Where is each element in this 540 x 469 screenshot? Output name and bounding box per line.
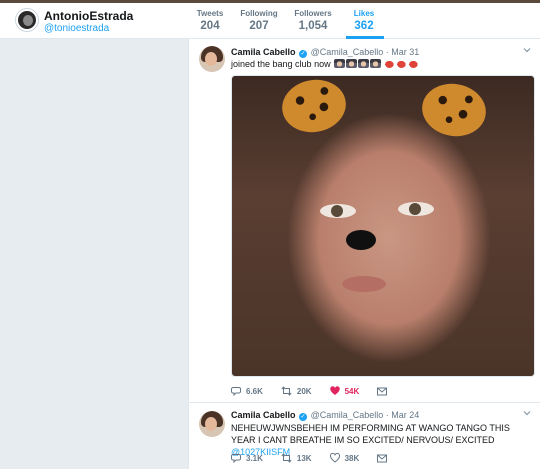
- profile-avatar[interactable]: [16, 9, 38, 31]
- profile-handle[interactable]: @tonioestrada: [44, 23, 109, 34]
- like-button[interactable]: 54K: [329, 386, 360, 396]
- stat-tweets[interactable]: Tweets 204: [188, 3, 232, 39]
- woman-face-emoji-icon: [346, 59, 358, 68]
- tweet-text-body: NEHEUWJWNSBEHEH IM PERFORMING AT WANGO T…: [231, 423, 510, 445]
- envelope-icon: [377, 454, 388, 462]
- woman-face-emoji-icon: [334, 59, 346, 68]
- hot-pepper-emoji-icon: [408, 59, 420, 68]
- stat-following[interactable]: Following 207: [236, 3, 282, 39]
- tweet[interactable]: Camila Cabello ✓ @Camila_Cabello · Mar 2…: [189, 403, 540, 469]
- retweet-button[interactable]: 13K: [281, 453, 312, 463]
- like-count: 38K: [344, 453, 360, 463]
- tweet-date[interactable]: Mar 31: [391, 47, 419, 57]
- profile-name[interactable]: AntonioEstrada: [44, 9, 133, 23]
- retweet-count: 13K: [296, 453, 312, 463]
- leopard-ear-left: [277, 76, 351, 138]
- reply-button[interactable]: 3.1K: [231, 453, 263, 463]
- tweet-author-handle[interactable]: @Camila_Cabello: [311, 410, 384, 420]
- heart-filled-icon: [329, 386, 340, 395]
- stat-tweets-value: 204: [200, 20, 220, 32]
- stat-followers-label: Followers: [294, 9, 332, 18]
- tweet-actions: 6.6K 20K 54K: [231, 386, 410, 396]
- tweet-separator: ·: [385, 410, 389, 420]
- woman-face-emoji-icon: [358, 59, 370, 68]
- direct-message-button[interactable]: [377, 454, 392, 463]
- stat-tweets-label: Tweets: [196, 9, 224, 18]
- tweet-header: Camila Cabello ✓ @Camila_Cabello · Mar 3…: [231, 47, 419, 58]
- heart-outline-icon: [329, 453, 340, 463]
- reply-button[interactable]: 6.6K: [231, 386, 263, 396]
- retweet-icon: [281, 386, 292, 396]
- tweet-header: Camila Cabello ✓ @Camila_Cabello · Mar 2…: [231, 410, 419, 421]
- tweet-actions: 3.1K 13K 38K: [231, 453, 410, 463]
- tweet-separator: ·: [385, 47, 389, 57]
- leopard-ear-right: [417, 78, 491, 142]
- stat-followers[interactable]: Followers 1,054: [288, 3, 338, 39]
- tweet-text-body: joined the bang club now: [231, 59, 331, 69]
- like-button[interactable]: 38K: [329, 453, 360, 463]
- direct-message-button[interactable]: [377, 387, 392, 396]
- retweet-count: 20K: [296, 386, 312, 396]
- stat-following-label: Following: [240, 9, 278, 18]
- chevron-down-icon[interactable]: [523, 46, 531, 54]
- hot-pepper-emoji-icon: [384, 59, 396, 68]
- dog-nose-filter: [346, 230, 376, 250]
- tweet-author-avatar[interactable]: [199, 46, 225, 72]
- tweet-author-name[interactable]: Camila Cabello: [231, 47, 296, 57]
- timeline: Camila Cabello ✓ @Camila_Cabello · Mar 3…: [188, 39, 540, 469]
- reply-count: 6.6K: [246, 386, 263, 396]
- tweet-date[interactable]: Mar 24: [391, 410, 419, 420]
- stat-likes[interactable]: Likes 362: [346, 3, 384, 39]
- woman-face-emoji-icon: [370, 59, 382, 68]
- stat-followers-value: 1,054: [298, 20, 328, 32]
- stat-likes-value: 362: [354, 20, 374, 32]
- stat-likes-label: Likes: [353, 9, 375, 18]
- tweet-text: joined the bang club now: [231, 58, 420, 70]
- reply-count: 3.1K: [246, 453, 263, 463]
- profile-stats-nav: Tweets 204 Following 207 Followers 1,054…: [188, 3, 384, 39]
- hot-pepper-emoji-icon: [396, 59, 408, 68]
- chevron-down-icon[interactable]: [523, 409, 531, 417]
- tweet-author-name[interactable]: Camila Cabello: [231, 410, 296, 420]
- lips: [342, 276, 386, 292]
- tweet-author-handle[interactable]: @Camila_Cabello: [311, 47, 384, 57]
- tweet-author-avatar[interactable]: [199, 411, 225, 437]
- envelope-icon: [377, 387, 388, 395]
- verified-badge-icon: ✓: [299, 50, 308, 58]
- eye-right: [398, 202, 434, 216]
- verified-badge-icon: ✓: [299, 413, 308, 421]
- tweet[interactable]: Camila Cabello ✓ @Camila_Cabello · Mar 3…: [189, 39, 540, 403]
- retweet-button[interactable]: 20K: [281, 386, 312, 396]
- stat-following-value: 207: [249, 20, 269, 32]
- reply-icon: [231, 387, 241, 396]
- like-count: 54K: [344, 386, 360, 396]
- reply-icon: [231, 454, 241, 463]
- tweet-media-photo[interactable]: [231, 75, 535, 377]
- eye-left: [320, 204, 356, 218]
- retweet-icon: [281, 453, 292, 463]
